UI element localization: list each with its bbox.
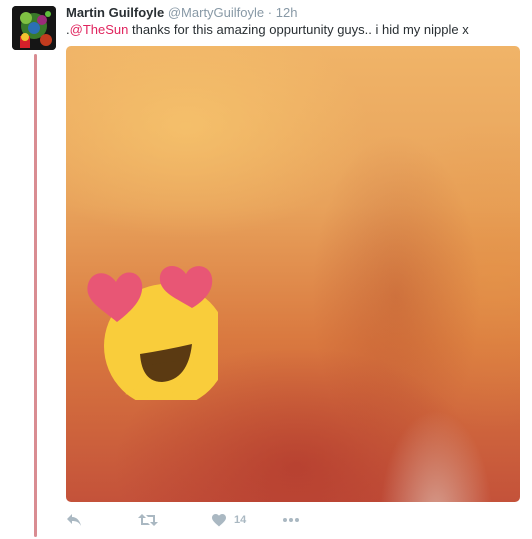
text-body: thanks for this amazing oppurtunity guys… — [128, 22, 469, 37]
reply-button[interactable] — [66, 510, 82, 530]
tweet-text: .@TheSun thanks for this amazing oppurtu… — [66, 22, 526, 38]
heart-icon — [212, 513, 226, 526]
tweet: Martin Guilfoyle @MartyGuilfoyle · 12h .… — [0, 0, 532, 539]
tweet-actions: 14 — [66, 510, 366, 530]
author-name[interactable]: Martin Guilfoyle — [66, 5, 164, 20]
more-button[interactable] — [282, 510, 300, 530]
like-button[interactable]: 14 — [212, 510, 246, 530]
heart-eyes-emoji — [87, 265, 218, 400]
avatar-image — [12, 6, 56, 50]
retweet-icon — [138, 514, 158, 526]
retweet-button[interactable] — [138, 510, 158, 530]
tweet-media[interactable] — [66, 46, 520, 502]
reply-icon — [67, 514, 81, 526]
thread-line — [34, 54, 37, 537]
like-count: 14 — [234, 514, 247, 526]
author-handle[interactable]: @MartyGuilfoyle — [168, 5, 264, 20]
tweet-header: Martin Guilfoyle @MartyGuilfoyle · 12h — [66, 5, 526, 21]
separator: · — [267, 5, 273, 20]
tweet-time[interactable]: 12h — [276, 5, 298, 20]
mention-link[interactable]: @TheSun — [70, 22, 129, 37]
more-icon — [283, 518, 299, 522]
avatar[interactable] — [12, 6, 56, 50]
